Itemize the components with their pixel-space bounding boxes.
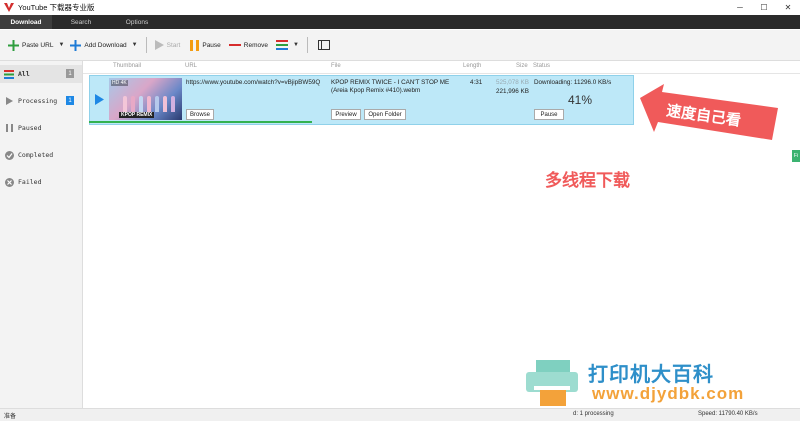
app-logo-icon xyxy=(4,2,14,12)
row-pause-button[interactable]: Pause xyxy=(534,109,564,120)
add-download-button[interactable]: Add Download ▼ xyxy=(70,35,138,55)
sidebar-item-paused[interactable]: Paused xyxy=(0,119,82,137)
toolbar: Paste URL ▼ Add Download ▼ Start Pause R… xyxy=(0,30,800,61)
pause-button[interactable]: Pause xyxy=(190,35,221,55)
table-header: Thumbnail URL File Length Size Status xyxy=(83,61,800,74)
printer-logo-icon xyxy=(526,360,578,406)
side-tab[interactable]: Fi xyxy=(792,150,800,162)
toggle-sidebar-button[interactable] xyxy=(317,35,333,55)
multithread-annotation: 多线程下载 xyxy=(545,171,630,190)
watermark: 打印机大百科 www.djydbk.com xyxy=(520,356,800,408)
minimize-button[interactable]: ─ xyxy=(728,0,752,14)
thumbnail-banner: KPOP REMIX xyxy=(119,112,155,118)
row-size-downloaded: 525,078 KB xyxy=(496,79,529,86)
paste-url-button[interactable]: Paste URL ▼ xyxy=(8,35,64,55)
column-header-url[interactable]: URL xyxy=(185,63,197,69)
check-circle-icon xyxy=(4,150,14,160)
open-folder-button[interactable]: Open Folder xyxy=(364,109,406,120)
column-header-status[interactable]: Status xyxy=(533,63,550,69)
count-badge: 1 xyxy=(66,69,74,78)
all-list-icon xyxy=(4,69,14,79)
maximize-button[interactable]: ☐ xyxy=(752,0,776,14)
row-status: Downloading: 11296.0 KB/s xyxy=(534,79,612,86)
speed-annotation-arrow: 速度自己看 xyxy=(640,84,780,146)
status-ready: 准备 xyxy=(4,414,17,420)
row-percent: 41% xyxy=(568,93,593,107)
chevron-down-icon[interactable]: ▼ xyxy=(132,42,138,48)
row-url: https://www.youtube.com/watch?v=vBjipBW5… xyxy=(186,79,321,86)
row-file-name-line1: KPOP REMIX TWICE - I CAN'T STOP ME xyxy=(331,79,450,86)
watermark-title: 打印机大百科 xyxy=(588,364,714,386)
toolbar-divider xyxy=(306,37,308,53)
sidebar-item-all[interactable]: All 1 xyxy=(0,65,82,83)
sidebar-item-processing[interactable]: Processing 1 xyxy=(0,92,82,110)
play-icon[interactable] xyxy=(95,94,104,107)
column-header-length[interactable]: Length xyxy=(463,63,481,69)
row-file-name-line2: (Areia Kpop Remix #410).webm xyxy=(331,87,421,94)
chevron-down-icon[interactable]: ▼ xyxy=(58,42,64,48)
column-header-file[interactable]: File xyxy=(331,63,341,69)
video-thumbnail: HD 4K KPOP REMIX xyxy=(109,78,182,120)
row-length: 4:31 xyxy=(470,79,483,86)
remove-button[interactable]: Remove xyxy=(228,35,268,55)
sidebar-item-completed[interactable]: Completed xyxy=(0,146,82,164)
plus-icon xyxy=(8,39,19,51)
sidebar-item-failed[interactable]: Failed xyxy=(0,173,82,191)
title-bar: YouTube 下载器专业版 ─ ☐ ✕ xyxy=(0,0,800,14)
watermark-url: www.djydbk.com xyxy=(592,384,745,403)
sidebar: All 1 Processing 1 Paused Completed Fail… xyxy=(0,61,83,408)
row-progress-bar xyxy=(89,121,312,123)
status-bar: 准备 d: 1 processing Speed: 11790.40 KB/s xyxy=(0,408,800,421)
column-header-size[interactable]: Size xyxy=(516,63,528,69)
play-icon xyxy=(154,40,164,50)
row-size-total: 221,996 KB xyxy=(496,88,529,95)
pause-icon xyxy=(4,124,14,132)
close-button[interactable]: ✕ xyxy=(776,0,800,14)
minus-icon xyxy=(228,43,241,47)
browse-button[interactable]: Browse xyxy=(186,109,214,120)
play-icon xyxy=(4,97,14,105)
pause-icon xyxy=(190,39,200,51)
tab-search[interactable]: Search xyxy=(52,15,110,29)
chevron-down-icon: ▼ xyxy=(293,42,299,48)
status-speed: Speed: 11790.40 KB/s xyxy=(698,411,758,417)
main-tabs: Download Search Options xyxy=(0,15,800,29)
toolbar-divider xyxy=(145,37,147,53)
preview-button[interactable]: Preview xyxy=(331,109,361,120)
sidebar-item-label: Completed xyxy=(18,151,54,159)
x-circle-icon xyxy=(4,177,14,187)
status-processing: d: 1 processing xyxy=(573,411,614,417)
list-icon xyxy=(276,40,289,50)
sidebar-item-label: All xyxy=(18,70,30,78)
plus-icon xyxy=(70,39,82,51)
thumbnail-tag: HD 4K xyxy=(111,80,128,86)
sidebar-item-label: Paused xyxy=(18,124,42,132)
sidebar-item-label: Processing xyxy=(18,97,58,105)
filter-menu-button[interactable]: ▼ xyxy=(276,35,299,55)
panel-icon xyxy=(317,40,330,50)
start-button[interactable]: Start xyxy=(154,35,180,55)
sidebar-item-label: Failed xyxy=(18,178,42,186)
tab-options[interactable]: Options xyxy=(110,15,164,29)
tab-download[interactable]: Download xyxy=(0,15,52,29)
window-title: YouTube 下载器专业版 xyxy=(18,2,95,12)
count-badge: 1 xyxy=(66,96,74,105)
column-header-thumbnail[interactable]: Thumbnail xyxy=(113,63,141,69)
